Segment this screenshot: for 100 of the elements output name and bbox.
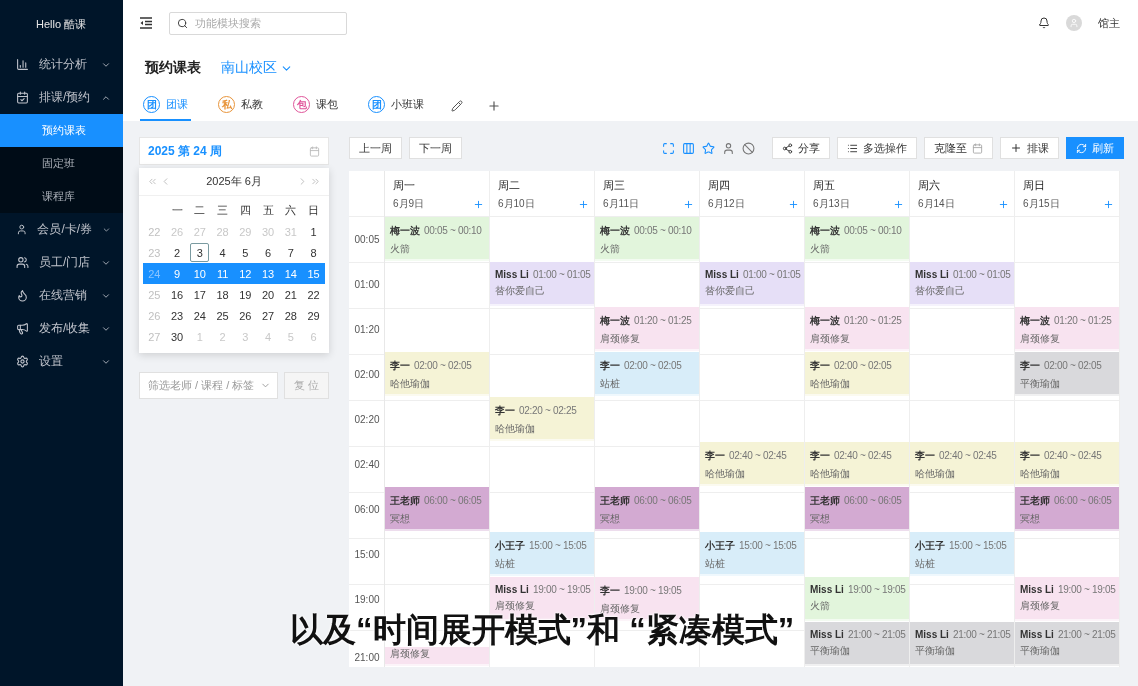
prev-year-icon[interactable]: [147, 176, 158, 187]
calendar-day[interactable]: 5: [235, 243, 255, 262]
next-week-button[interactable]: 下一周: [409, 137, 462, 159]
class-card[interactable]: 梅一波 00:05 ~ 00:10 火箭: [805, 217, 909, 261]
next-year-icon[interactable]: [310, 176, 321, 187]
sidebar-item[interactable]: 排课/预约: [0, 81, 123, 114]
tab[interactable]: 包 课包: [290, 90, 341, 121]
class-card[interactable]: Miss Li 19:00 ~ 19:05 火箭: [805, 577, 909, 621]
clone-button[interactable]: 克隆至: [924, 137, 993, 159]
tab[interactable]: 私 私教: [215, 90, 266, 121]
calendar-day[interactable]: 26: [235, 306, 255, 325]
class-time: 02:00 ~ 02:05: [624, 360, 682, 371]
teacher-name: Miss Li: [1020, 629, 1054, 640]
add-icon[interactable]: [998, 198, 1009, 210]
sidebar-item[interactable]: 统计分析: [0, 48, 123, 81]
columns-icon[interactable]: [682, 141, 695, 155]
add-icon[interactable]: [683, 198, 694, 210]
class-card[interactable]: 李一 02:00 ~ 02:05 哈他瑜伽: [805, 352, 909, 396]
add-icon[interactable]: [578, 198, 589, 210]
class-card[interactable]: 王老师 06:00 ~ 06:05 冥想: [1015, 487, 1119, 531]
class-card[interactable]: 李一 02:40 ~ 02:45 哈他瑜伽: [700, 442, 804, 486]
time-label: 00:05: [354, 234, 380, 245]
sidebar-item[interactable]: 在线营销: [0, 279, 123, 312]
sidebar-item[interactable]: 发布/收集: [0, 312, 123, 345]
class-card[interactable]: 梅一波 01:20 ~ 01:25 肩颈修复: [805, 307, 909, 351]
notification-icon[interactable]: [1038, 17, 1050, 29]
calendar-day[interactable]: 1: [304, 222, 324, 241]
calendar-day[interactable]: 20: [258, 285, 278, 304]
calendar-day[interactable]: 29: [304, 306, 324, 325]
add-icon[interactable]: [893, 198, 904, 210]
day-date: 6月14日: [918, 197, 955, 211]
week-row[interactable]: 26 23 24 25 26 27 28 29: [143, 305, 325, 326]
add-icon[interactable]: [473, 198, 484, 210]
calendar-day[interactable]: 24: [190, 306, 210, 325]
class-card[interactable]: 小王子 15:00 ~ 15:05 站桩: [700, 532, 804, 576]
multi-select-button[interactable]: 多选操作: [837, 137, 917, 159]
menu-icon[interactable]: [139, 17, 153, 29]
calendar-day[interactable]: 27: [258, 306, 278, 325]
class-card[interactable]: 李一 02:20 ~ 02:25 哈他瑜伽: [490, 397, 594, 441]
sidebar-subitem[interactable]: 固定班: [0, 147, 123, 180]
class-card[interactable]: Miss Li 21:00 ~ 21:05 平衡瑜伽: [805, 622, 909, 666]
calendar-day[interactable]: 4: [213, 243, 233, 262]
class-card[interactable]: Miss Li 01:00 ~ 01:05 替你爱自己: [700, 262, 804, 306]
class-card[interactable]: 李一 02:40 ~ 02:45 哈他瑜伽: [805, 442, 909, 486]
calendar-day[interactable]: 25: [213, 306, 233, 325]
tab[interactable]: 团 小班课: [365, 90, 427, 121]
class-card[interactable]: 王老师 06:00 ~ 06:05 冥想: [805, 487, 909, 531]
class-card[interactable]: 李一 02:40 ~ 02:45 哈他瑜伽: [910, 442, 1014, 486]
class-card[interactable]: 肩颈修复: [385, 647, 489, 666]
class-card[interactable]: 小王子 15:00 ~ 15:05 站桩: [490, 532, 594, 576]
class-card[interactable]: 梅一波 00:05 ~ 00:10 火箭: [385, 217, 489, 261]
star-icon[interactable]: [702, 141, 715, 155]
class-time: 02:40 ~ 02:45: [1044, 450, 1102, 461]
calendar-day[interactable]: 22: [304, 285, 324, 304]
week-row[interactable]: 23 2 3 4 5 6 7 8: [143, 242, 325, 263]
calendar-day[interactable]: 19: [235, 285, 255, 304]
sidebar-item[interactable]: 员工/门店: [0, 246, 123, 279]
calendar-day[interactable]: 17: [190, 285, 210, 304]
calendar-day[interactable]: 7: [281, 243, 301, 262]
calendar-day[interactable]: 3: [190, 243, 210, 262]
calendar-day[interactable]: 18: [213, 285, 233, 304]
class-card[interactable]: Miss Li 21:00 ~ 21:05 平衡瑜伽: [1015, 622, 1119, 666]
class-card[interactable]: 小王子 15:00 ~ 15:05 站桩: [910, 532, 1014, 576]
person-icon[interactable]: [722, 141, 735, 155]
class-card[interactable]: Miss Li 21:00 ~ 21:05 平衡瑜伽: [910, 622, 1014, 666]
calendar-day[interactable]: 6: [258, 243, 278, 262]
class-card[interactable]: 李一 02:00 ~ 02:05 哈他瑜伽: [385, 352, 489, 396]
calendar-day[interactable]: 21: [281, 285, 301, 304]
calendar-day[interactable]: 16: [167, 285, 187, 304]
fullscreen-icon[interactable]: [662, 141, 675, 155]
class-name: 冥想: [810, 512, 831, 526]
calendar-day[interactable]: 23: [167, 306, 187, 325]
teacher-name: 李一: [600, 359, 620, 373]
class-card[interactable]: 李一 02:00 ~ 02:05 平衡瑜伽: [1015, 352, 1119, 396]
week-row[interactable]: 25 16 17 18 19 20 21 22: [143, 284, 325, 305]
add-icon[interactable]: [1103, 198, 1114, 210]
calendar-day[interactable]: 28: [281, 306, 301, 325]
class-card[interactable]: 梅一波 01:20 ~ 01:25 肩颈修复: [595, 307, 699, 351]
schedule-button[interactable]: 排课: [1000, 137, 1059, 159]
calendar-day[interactable]: 8: [304, 243, 324, 262]
calendar-day[interactable]: 2: [167, 243, 187, 262]
prev-week-button[interactable]: 上一周: [349, 137, 402, 159]
class-card[interactable]: 李一 02:00 ~ 02:05 站桩: [595, 352, 699, 396]
class-card[interactable]: 王老师 06:00 ~ 06:05 冥想: [385, 487, 489, 531]
class-card[interactable]: Miss Li 01:00 ~ 01:05 替你爱自己: [490, 262, 594, 306]
class-card[interactable]: Miss Li 19:00 ~ 19:05 肩颈修复: [1015, 577, 1119, 621]
sidebar-item[interactable]: 设置: [0, 345, 123, 378]
class-card[interactable]: 王老师 06:00 ~ 06:05 冥想: [595, 487, 699, 531]
class-card[interactable]: 梅一波 00:05 ~ 00:10 火箭: [595, 217, 699, 261]
class-card[interactable]: Miss Li 01:00 ~ 01:05 替你爱自己: [910, 262, 1014, 306]
share-button[interactable]: 分享: [772, 137, 830, 159]
add-icon[interactable]: [788, 198, 799, 210]
class-card[interactable]: 梅一波 01:20 ~ 01:25 肩颈修复: [1015, 307, 1119, 351]
calendar-day[interactable]: 30: [167, 327, 187, 346]
sidebar-subitem[interactable]: 课程库: [0, 180, 123, 213]
sidebar-item[interactable]: 会员/卡/券: [0, 213, 123, 246]
search-field[interactable]: 功能模块搜索: [169, 11, 347, 35]
class-card[interactable]: 李一 02:40 ~ 02:45 哈他瑜伽: [1015, 442, 1119, 486]
ban-icon[interactable]: [742, 141, 755, 155]
app-logo: Hello 酷课: [35, 16, 88, 32]
